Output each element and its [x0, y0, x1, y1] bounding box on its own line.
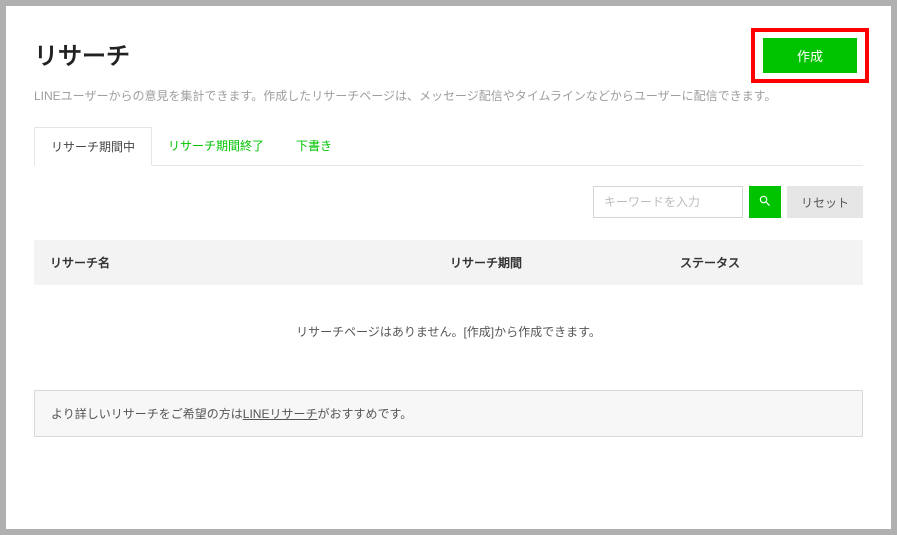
line-research-link[interactable]: LINEリサーチ — [243, 407, 318, 421]
search-button[interactable] — [749, 186, 781, 218]
column-header-status: ステータス — [680, 254, 847, 271]
search-row: リセット — [34, 186, 863, 218]
page-title: リサーチ — [34, 36, 130, 71]
tabs: リサーチ期間中 リサーチ期間終了 下書き — [34, 126, 863, 166]
column-header-name: リサーチ名 — [50, 254, 450, 271]
create-highlight: 作成 — [751, 28, 869, 83]
reset-button[interactable]: リセット — [787, 186, 863, 218]
table-header: リサーチ名 リサーチ期間 ステータス — [34, 240, 863, 285]
tab-draft[interactable]: 下書き — [280, 127, 348, 166]
tab-active-period[interactable]: リサーチ期間中 — [34, 127, 152, 166]
empty-state-message: リサーチページはありません。[作成]から作成できます。 — [34, 285, 863, 390]
info-suffix: がおすすめです。 — [317, 407, 412, 421]
page-description: LINEユーザーからの意見を集計できます。作成したリサーチページは、メッセージ配… — [34, 87, 863, 104]
search-icon — [758, 194, 772, 211]
header-row: リサーチ 作成 — [34, 36, 863, 83]
tab-ended-period[interactable]: リサーチ期間終了 — [152, 127, 280, 166]
info-prefix: より詳しいリサーチをご希望の方は — [51, 407, 243, 421]
research-page: リサーチ 作成 LINEユーザーからの意見を集計できます。作成したリサーチページ… — [6, 6, 891, 529]
create-button[interactable]: 作成 — [763, 38, 857, 73]
info-box: より詳しいリサーチをご希望の方はLINEリサーチがおすすめです。 — [34, 390, 863, 437]
search-input[interactable] — [593, 186, 743, 218]
column-header-period: リサーチ期間 — [450, 254, 680, 271]
